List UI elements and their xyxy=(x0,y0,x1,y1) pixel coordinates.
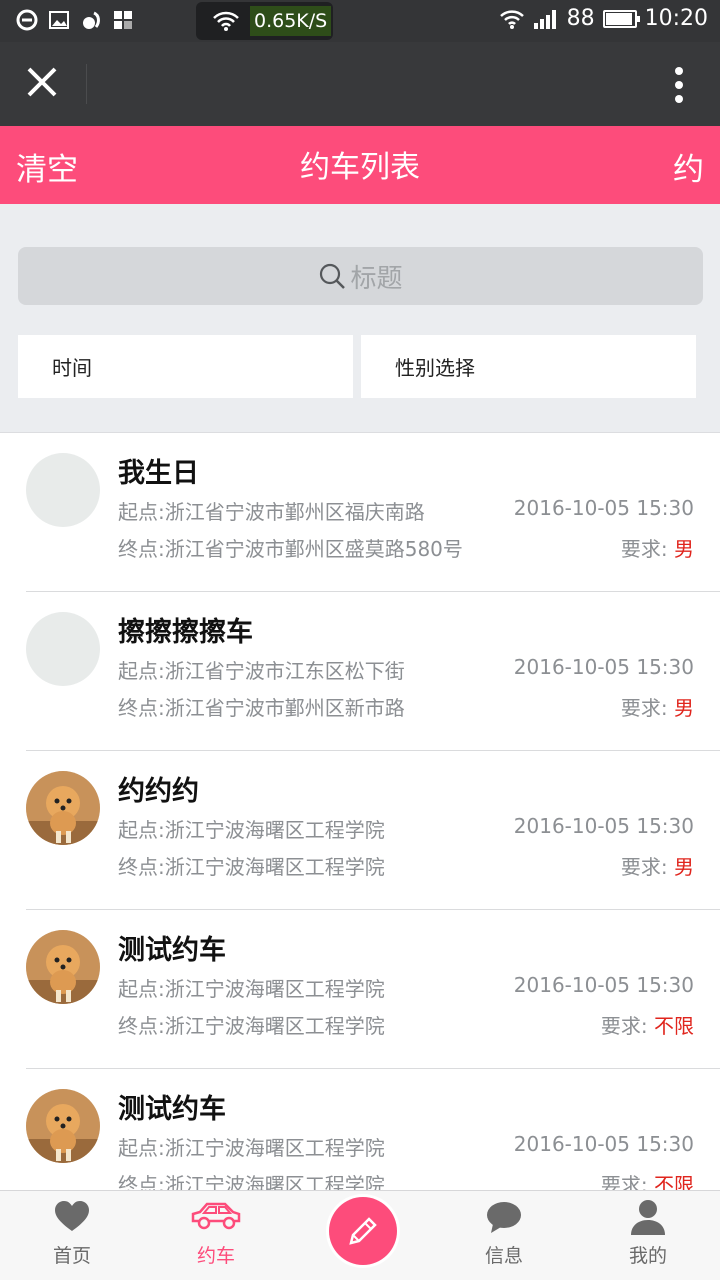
ride-time: 2016-10-05 15:30 xyxy=(513,655,694,679)
divider xyxy=(86,64,87,104)
ride-time: 2016-10-05 15:30 xyxy=(513,1132,694,1156)
ride-title: 测试约车 xyxy=(118,935,226,966)
ride-time: 2016-10-05 15:30 xyxy=(513,496,694,520)
ride-list: 我生日 起点:浙江省宁波市鄞州区福庆南路 终点:浙江省宁波市鄞州区盛莫路580号… xyxy=(0,432,720,1192)
nav-label: 约车 xyxy=(196,1245,235,1267)
ride-title: 测试约车 xyxy=(118,1094,226,1125)
avatar xyxy=(26,453,100,527)
ride-origin: 起点:浙江宁波海曙区工程学院 xyxy=(118,1136,385,1160)
avatar xyxy=(26,771,100,845)
avatar xyxy=(26,612,100,686)
ride-origin: 起点:浙江宁波海曙区工程学院 xyxy=(118,818,385,842)
nav-item-messages[interactable]: 信息 xyxy=(432,1191,576,1280)
nav-item-home[interactable]: 首页 xyxy=(0,1191,144,1280)
page-header: 清空 约车列表 约 xyxy=(0,126,720,204)
notification-icons xyxy=(16,9,134,31)
search-input[interactable]: 标题 xyxy=(18,247,703,305)
page-title: 约车列表 xyxy=(300,150,420,185)
ride-requirement: 要求: 男 xyxy=(621,851,694,880)
gender-filter[interactable]: 性别选择 xyxy=(361,335,696,398)
battery-level: 88 xyxy=(566,6,595,31)
search-icon xyxy=(320,263,346,289)
signal-icon xyxy=(533,9,556,29)
ride-destination: 终点:浙江宁波海曙区工程学院 xyxy=(118,855,385,879)
requirement-label: 要求: xyxy=(620,537,674,561)
ride-title: 我生日 xyxy=(118,458,199,489)
requirement-label: 要求: xyxy=(600,1014,654,1038)
dog-photo-icon xyxy=(26,930,100,1004)
ride-title: 擦擦擦擦车 xyxy=(118,617,253,648)
clock: 10:20 xyxy=(644,6,708,31)
ride-requirement: 要求: 不限 xyxy=(601,1169,694,1192)
image-notification-icon xyxy=(49,11,69,29)
car-icon xyxy=(191,1202,241,1230)
list-item[interactable]: 测试约车 起点:浙江宁波海曙区工程学院 终点:浙江宁波海曙区工程学院 2016-… xyxy=(0,1069,720,1192)
requirement-label: 要求: xyxy=(620,696,674,720)
ride-requirement: 要求: 不限 xyxy=(601,1010,694,1039)
ride-origin: 起点:浙江省宁波市鄞州区福庆南路 xyxy=(118,500,425,524)
person-icon xyxy=(631,1200,665,1235)
ride-time: 2016-10-05 15:30 xyxy=(513,814,694,838)
network-speed-text: 0.65K/S xyxy=(250,6,332,36)
time-filter[interactable]: 时间 xyxy=(18,335,353,398)
more-options-icon[interactable] xyxy=(674,66,684,104)
chat-bubble-icon xyxy=(487,1202,521,1233)
nav-label: 我的 xyxy=(628,1245,667,1267)
ride-destination: 终点:浙江省宁波市鄞州区盛莫路580号 xyxy=(118,537,463,561)
close-icon[interactable] xyxy=(22,62,62,102)
list-item[interactable]: 测试约车 起点:浙江宁波海曙区工程学院 终点:浙江宁波海曙区工程学院 2016-… xyxy=(0,910,720,1069)
list-item[interactable]: 我生日 起点:浙江省宁波市鄞州区福庆南路 终点:浙江省宁波市鄞州区盛莫路580号… xyxy=(0,433,720,592)
requirement-value: 男 xyxy=(674,855,694,879)
requirement-value: 男 xyxy=(674,537,694,561)
pencil-icon xyxy=(349,1217,377,1245)
battery-icon xyxy=(602,9,640,28)
system-indicators: 88 10:20 xyxy=(499,6,708,31)
new-ride-button[interactable]: 约 xyxy=(673,144,704,189)
wifi-icon xyxy=(499,9,524,29)
ride-time: 2016-10-05 15:30 xyxy=(513,973,694,997)
apps-grid-icon xyxy=(114,11,132,29)
time-filter-label: 时间 xyxy=(52,356,92,380)
ride-destination: 终点:浙江省宁波市鄞州区新市路 xyxy=(118,696,405,720)
ride-destination: 终点:浙江宁波海曙区工程学院 xyxy=(118,1014,385,1038)
avatar xyxy=(26,1089,100,1163)
ride-origin: 起点:浙江宁波海曙区工程学院 xyxy=(118,977,385,1001)
list-item[interactable]: 约约约 起点:浙江宁波海曙区工程学院 终点:浙江宁波海曙区工程学院 2016-1… xyxy=(0,751,720,910)
nav-item-ride[interactable]: 约车 xyxy=(144,1191,288,1280)
browser-notification-icon xyxy=(16,9,38,31)
requirement-value: 不限 xyxy=(654,1014,694,1038)
requirement-label: 要求: xyxy=(620,855,674,879)
avatar xyxy=(26,930,100,1004)
nav-label: 信息 xyxy=(484,1245,523,1267)
network-speed-overlay: 0.65K/S xyxy=(196,2,333,40)
status-bar: 88 10:20 xyxy=(0,0,720,42)
list-item[interactable]: 擦擦擦擦车 起点:浙江省宁波市江东区松下街 终点:浙江省宁波市鄞州区新市路 20… xyxy=(0,592,720,751)
search-placeholder: 标题 xyxy=(350,263,403,294)
nav-item-profile[interactable]: 我的 xyxy=(576,1191,720,1280)
wifi-icon xyxy=(213,11,239,31)
ride-requirement: 要求: 男 xyxy=(621,533,694,562)
compose-button[interactable] xyxy=(326,1194,400,1268)
app-bar xyxy=(0,42,720,126)
ride-requirement: 要求: 男 xyxy=(621,692,694,721)
dog-photo-icon xyxy=(26,1089,100,1163)
squirrel-app-icon xyxy=(83,11,100,29)
ride-origin: 起点:浙江省宁波市江东区松下街 xyxy=(118,659,405,683)
dog-photo-icon xyxy=(26,771,100,845)
ride-destination: 终点:浙江宁波海曙区工程学院 xyxy=(118,1173,385,1192)
heart-icon xyxy=(55,1201,89,1231)
requirement-value: 男 xyxy=(674,696,694,720)
ride-title: 约约约 xyxy=(118,776,199,807)
compose-button-circle xyxy=(329,1197,397,1265)
gender-filter-label: 性别选择 xyxy=(395,356,475,380)
nav-label: 首页 xyxy=(52,1245,91,1267)
